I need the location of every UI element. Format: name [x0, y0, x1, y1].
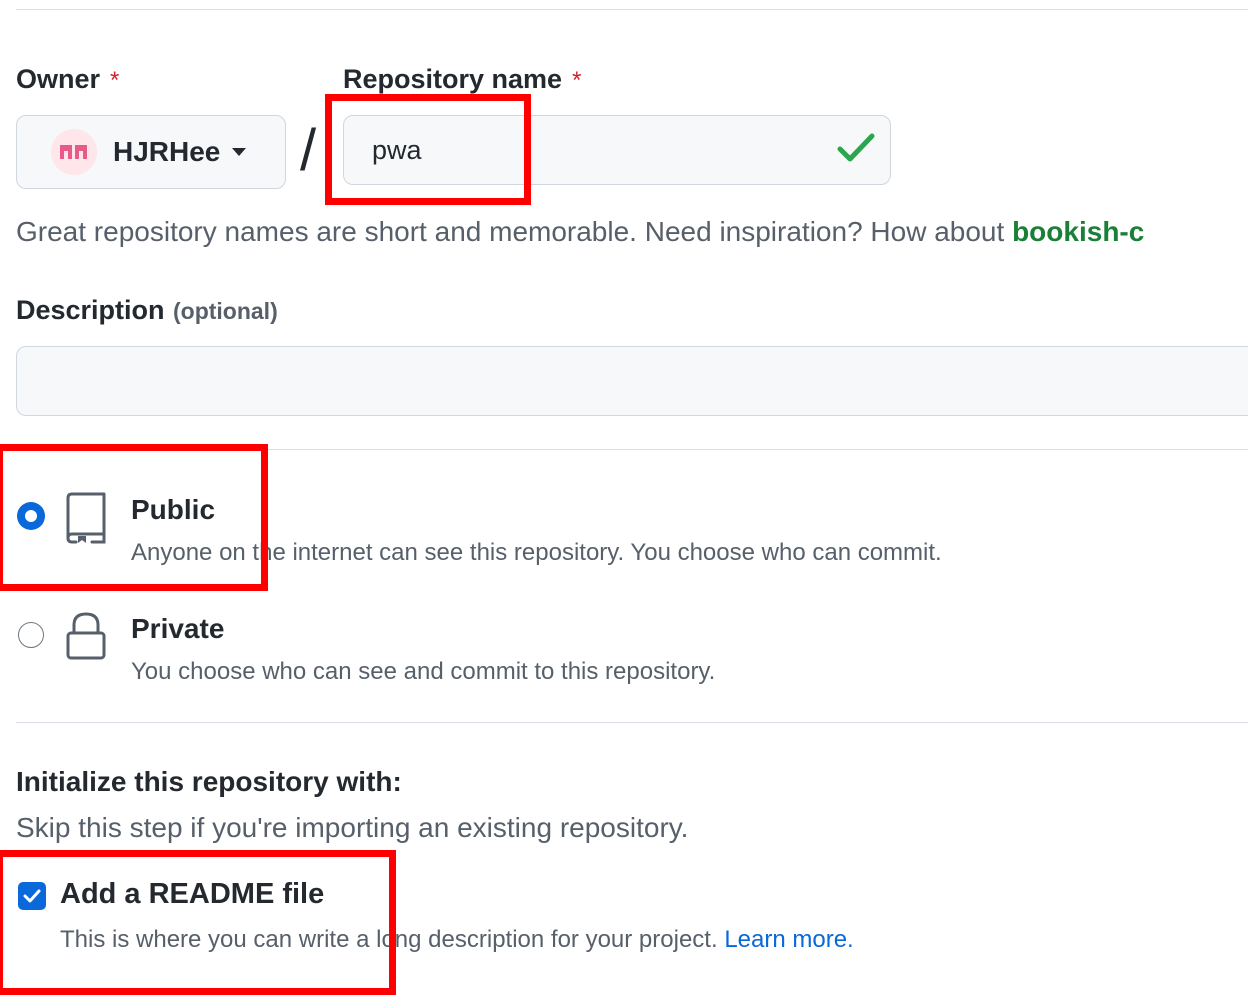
learn-more-link[interactable]: Learn more.: [724, 926, 853, 953]
repository-name-label: Repository name *: [343, 64, 582, 94]
lock-icon: [66, 612, 106, 660]
name-suggestion-link[interactable]: bookish-c: [1012, 216, 1144, 247]
avatar-icon: [51, 129, 97, 175]
owner-repo-separator: /: [300, 118, 317, 183]
annotation-box-repo-name: [325, 94, 531, 205]
annotation-box-readme: [0, 850, 396, 995]
required-mark: *: [572, 67, 582, 94]
owner-label: Owner *: [16, 64, 120, 94]
annotation-box-public: [0, 444, 268, 591]
top-divider: [16, 9, 1248, 10]
checkmark-icon: [837, 133, 875, 162]
caret-down-icon: [232, 148, 247, 156]
initialize-title: Initialize this repository with:: [16, 766, 402, 797]
required-mark: *: [110, 67, 120, 94]
private-option-title: Private: [131, 613, 225, 644]
owner-name: HJRHee: [113, 136, 221, 167]
divider: [16, 722, 1248, 723]
private-option-desc: You choose who can see and commit to thi…: [131, 658, 716, 685]
owner-select-button[interactable]: HJRHee: [16, 115, 286, 189]
repository-name-help: Great repository names are short and mem…: [16, 216, 1145, 247]
description-label: Description (optional): [16, 295, 278, 325]
private-radio[interactable]: [18, 622, 44, 648]
initialize-subtitle: Skip this step if you're importing an ex…: [16, 812, 689, 843]
optional-hint: (optional): [172, 298, 278, 324]
description-input[interactable]: [16, 346, 1248, 416]
